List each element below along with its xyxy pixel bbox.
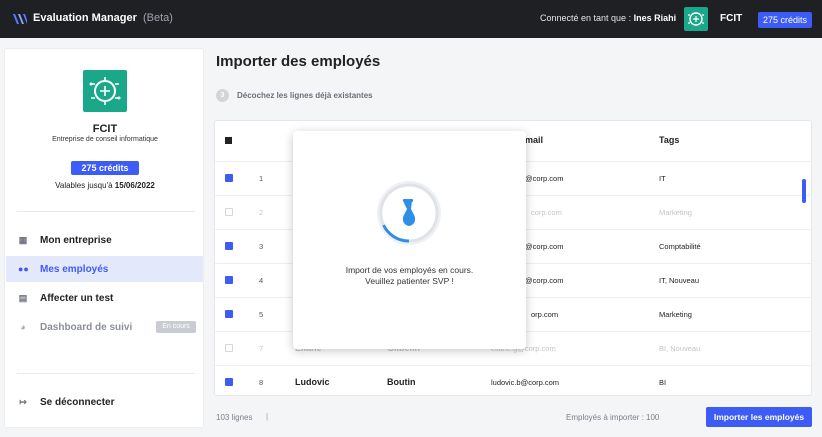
select-all-checkbox[interactable] [225, 137, 232, 144]
nav-label: Mes employés [40, 264, 109, 275]
company-description: Entreprise de conseil informatique [52, 136, 158, 143]
nav-item-mes-employes[interactable]: ●● Mes employés [6, 256, 203, 282]
tags: BI [659, 378, 667, 387]
column-header-tags: Tags [659, 135, 680, 145]
last-name: Boutin [387, 377, 416, 387]
import-employees-button[interactable]: Importer les employés [706, 407, 812, 427]
footer-separator: | [266, 412, 269, 421]
tags: IT, Nouveau [659, 276, 700, 285]
nav-label: Affecter un test [40, 293, 114, 304]
company-avatar[interactable] [684, 7, 708, 31]
table-scrollbar[interactable] [802, 179, 806, 203]
email: corp.com [531, 208, 562, 217]
modal-message-line1: Import de vos employés en cours. [345, 265, 474, 275]
users-icon: ●● [18, 264, 29, 274]
tags: Marketing [659, 208, 692, 217]
credits-badge: 275 crédits [71, 161, 139, 175]
top-bar: Evaluation Manager (Beta) Connecté en ta… [0, 0, 822, 38]
circuit-head-icon [89, 77, 121, 105]
app-logo-icon [13, 14, 27, 24]
validity-prefix: Valables jusqu'à [55, 181, 113, 190]
email: @corp.com [525, 242, 564, 251]
import-count: Employés à importer : 100 [566, 413, 660, 422]
row-number: 4 [259, 276, 264, 285]
clipboard-icon: ▤ [18, 293, 28, 303]
table-row[interactable]: 8 Ludovic Boutin ludovic.b@corp.com BI [215, 365, 811, 395]
circuit-head-icon [688, 12, 704, 26]
import-progress-modal: Import de vos employés en cours. Veuille… [293, 131, 526, 349]
nav-item-dashboard-de-suivi: ◕ Dashboard de suivi En cours [6, 314, 203, 340]
row-number: 7 [259, 344, 264, 353]
email: @corp.com [525, 276, 564, 285]
nav-label: Dashboard de suivi [40, 322, 133, 333]
row-number: 2 [259, 208, 264, 217]
first-name: Ludovic [295, 377, 330, 387]
logout-icon: ↦ [19, 397, 27, 407]
logout-button[interactable]: ↦ Se déconnecter [6, 389, 203, 415]
tags: IT [659, 174, 666, 183]
validity-date: 15/06/2022 [114, 181, 155, 190]
app-title: Evaluation Manager (Beta) [33, 12, 173, 24]
page-title: Importer des employés [216, 53, 381, 70]
modal-message-line2: Veuillez patienter SVP ! [365, 276, 454, 286]
status-badge: En cours [156, 321, 196, 333]
divider [17, 373, 195, 374]
top-credits-badge[interactable]: 275 crédits [758, 12, 812, 28]
row-number: 5 [259, 310, 264, 319]
email: orp.com [531, 310, 559, 319]
row-checkbox[interactable] [225, 208, 233, 216]
connected-prefix: Connecté en tant que : [540, 13, 632, 23]
top-company-name: FCIT [720, 13, 743, 24]
nav-label: Mon entreprise [40, 235, 112, 246]
row-checkbox[interactable] [225, 276, 233, 284]
nav-item-mon-entreprise[interactable]: ▦ Mon entreprise [6, 227, 203, 253]
step-number: 3 [216, 89, 229, 102]
row-number: 8 [259, 378, 264, 387]
nav-item-affecter-un-test[interactable]: ▤ Affecter un test [6, 285, 203, 311]
row-checkbox[interactable] [225, 174, 233, 182]
company-logo [83, 70, 127, 112]
pie-chart-icon: ◕ [20, 322, 26, 332]
loading-spinner-icon [377, 181, 441, 245]
user-name: Ines Riahi [633, 13, 677, 23]
credits-validity: Valables jusqu'à 15/06/2022 [5, 181, 205, 190]
app-name: Evaluation Manager [33, 12, 137, 24]
tags: Marketing [659, 310, 692, 319]
row-checkbox[interactable] [225, 378, 233, 386]
sidebar: FCIT Entreprise de conseil informatique … [4, 48, 204, 428]
row-count: 103 lignes [216, 413, 253, 422]
connected-user: Connecté en tant que : Ines Riahi [540, 13, 676, 23]
tags: BI, Nouveau [659, 344, 701, 353]
row-checkbox[interactable] [225, 310, 233, 318]
row-number: 3 [259, 242, 264, 251]
building-icon: ▦ [18, 235, 28, 245]
logout-label: Se déconnecter [40, 397, 115, 408]
modal-message: Import de vos employés en cours. Veuille… [293, 265, 526, 287]
row-number: 1 [259, 174, 264, 183]
column-header-email: mail [525, 135, 544, 145]
app-beta-tag: (Beta) [142, 12, 173, 24]
divider [17, 211, 195, 212]
company-name: FCIT [92, 123, 118, 135]
tags: Comptabilité [659, 242, 701, 251]
row-checkbox[interactable] [225, 242, 233, 250]
email: @corp.com [525, 174, 564, 183]
row-checkbox[interactable] [225, 344, 233, 352]
email: ludovic.b@corp.com [491, 378, 560, 387]
step-label: Décochez les lignes déjà existantes [237, 91, 373, 100]
